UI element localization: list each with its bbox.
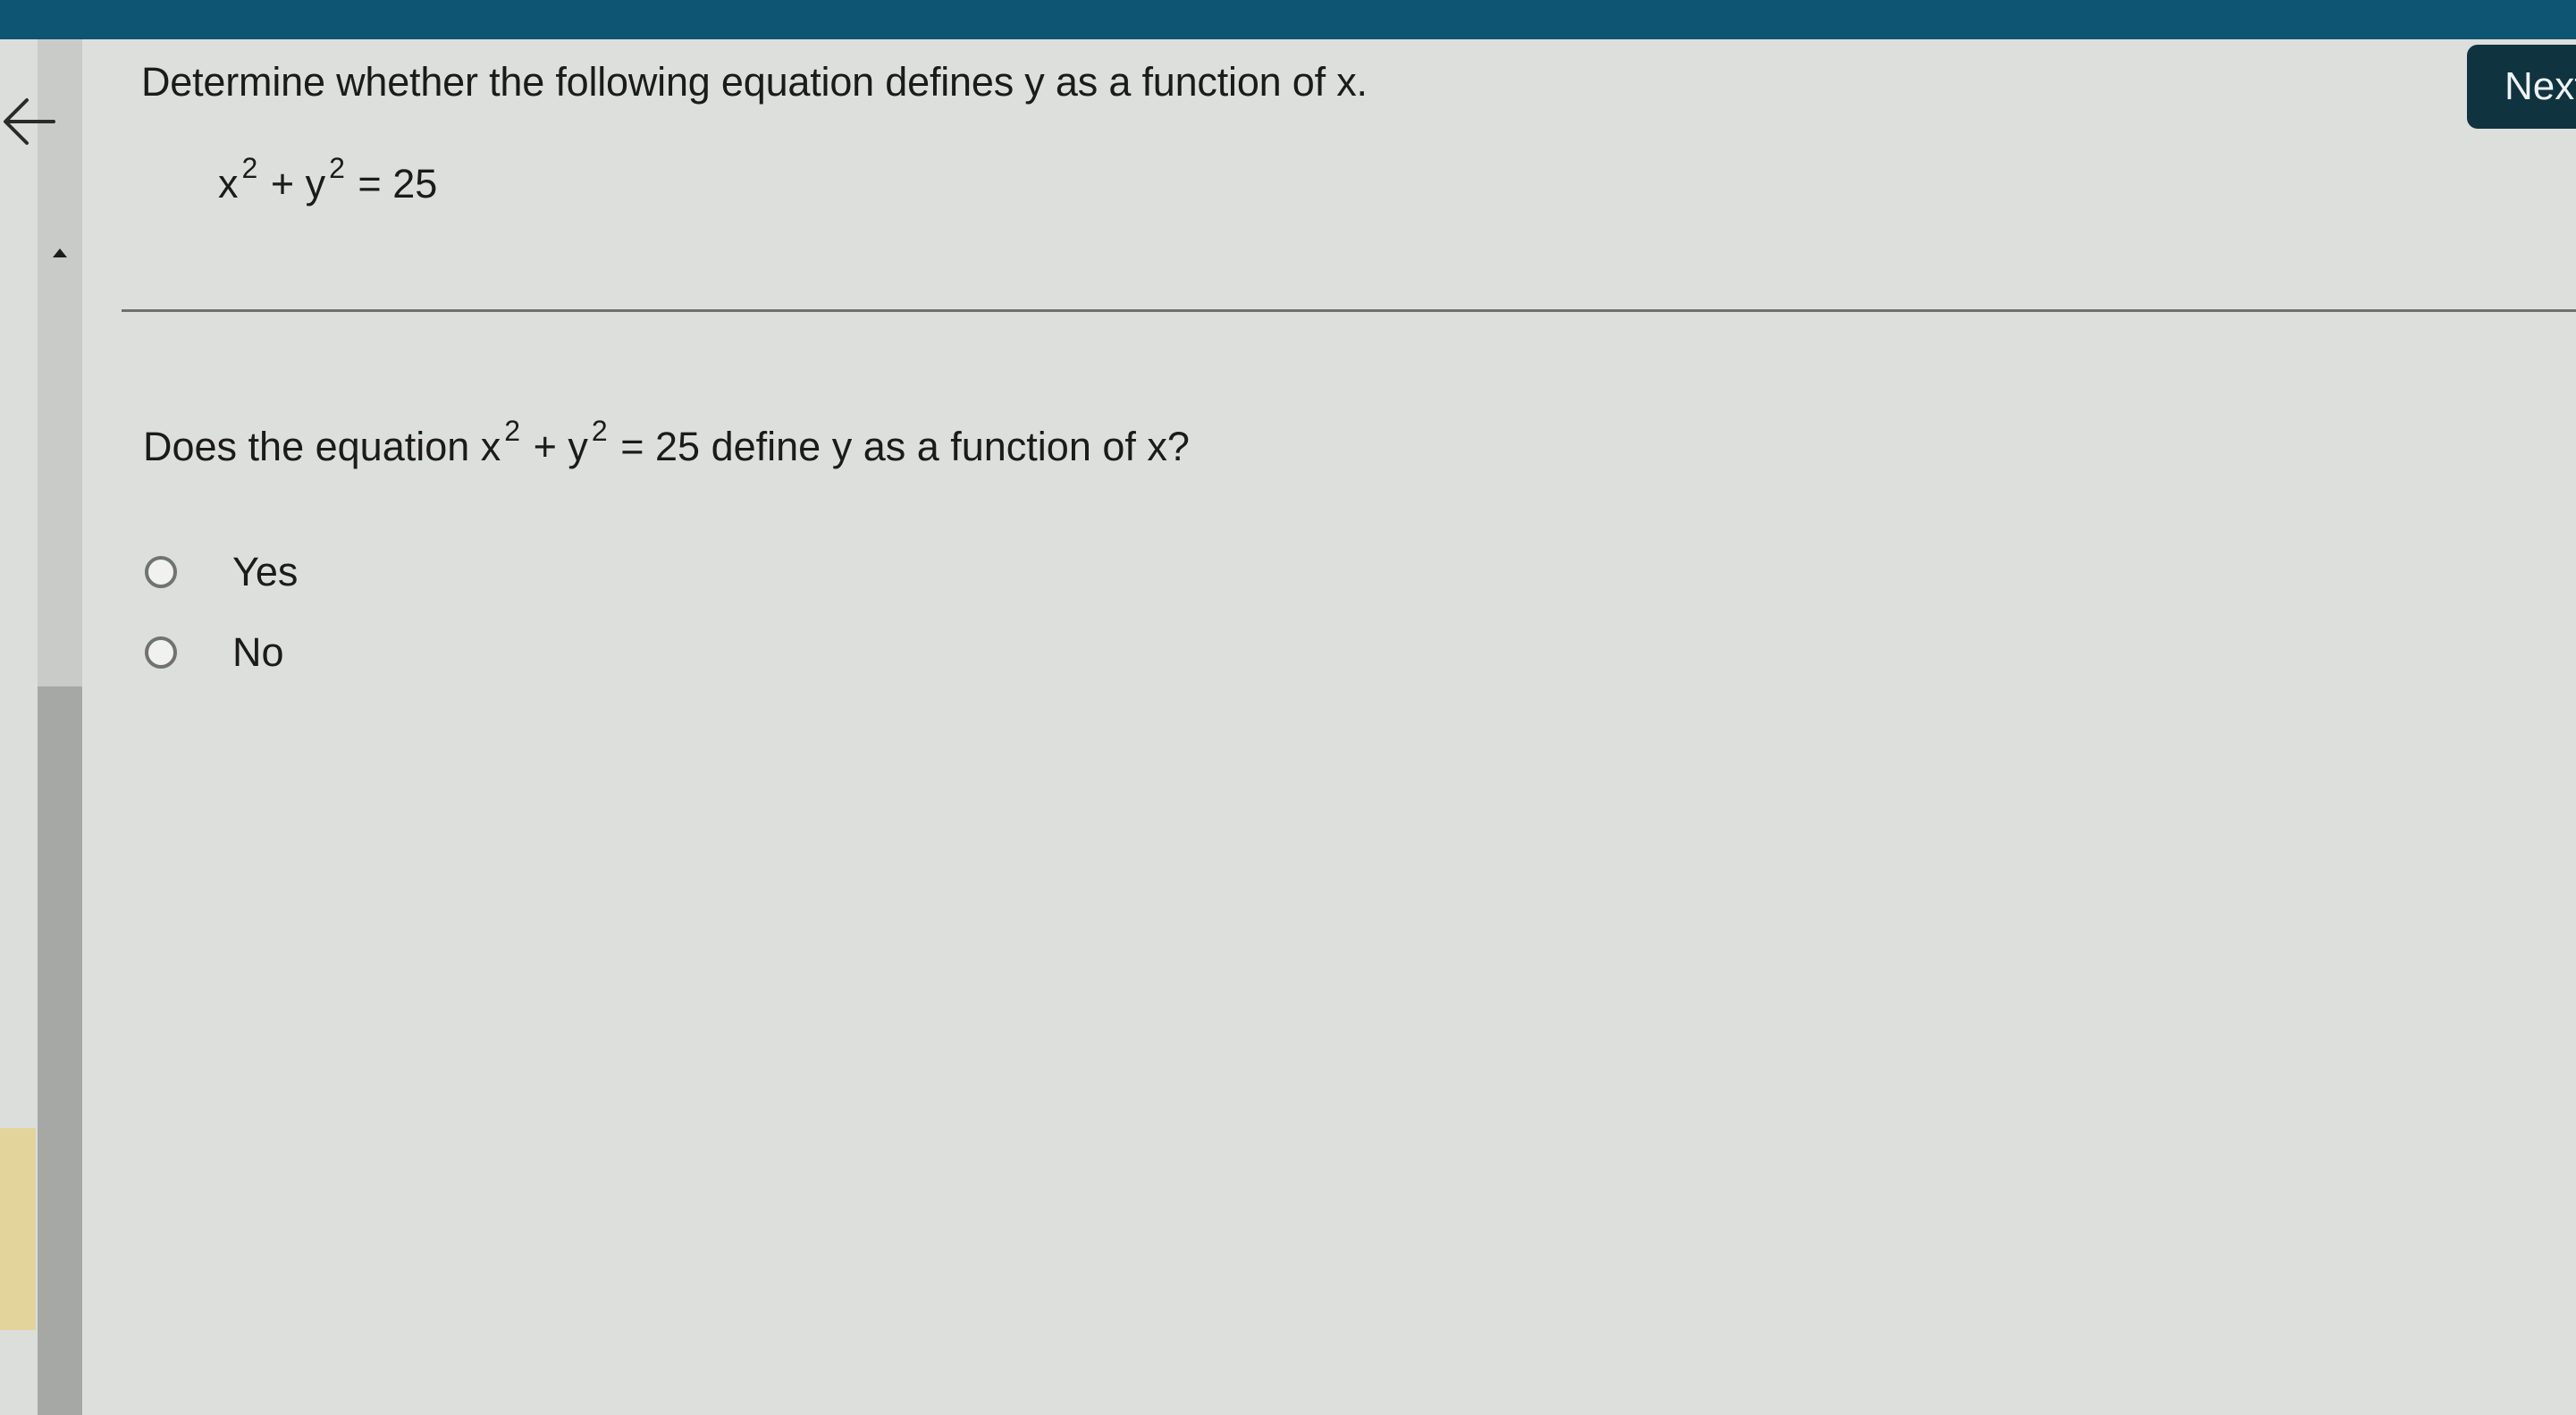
option-yes[interactable]: Yes <box>145 549 298 595</box>
scrollbar-thumb[interactable] <box>38 686 82 1415</box>
side-highlight <box>0 1128 36 1330</box>
eq-rhs: = 25 <box>358 161 438 206</box>
sub-eq-rhs: = 25 <box>620 424 701 469</box>
sub-question-start: Does the equation <box>143 424 470 469</box>
eq-base-x: x <box>218 161 239 206</box>
sub-eq-exp-y: 2 <box>591 415 608 447</box>
section-divider <box>122 309 2576 312</box>
sub-question: Does the equation x2 + y2 = 25 define y … <box>143 415 1190 470</box>
option-no[interactable]: No <box>145 629 284 676</box>
eq-base-y: y <box>305 161 326 206</box>
radio-yes[interactable] <box>145 556 177 588</box>
top-bar <box>0 0 2576 39</box>
sub-eq-op: + <box>533 424 557 469</box>
scroll-up-icon[interactable] <box>49 243 71 263</box>
option-yes-label: Yes <box>232 549 299 594</box>
question-panel <box>82 39 2576 1415</box>
equation-display: x2 + y2 = 25 <box>218 152 438 207</box>
option-no-label: No <box>232 629 284 675</box>
eq-exp-y: 2 <box>329 152 345 184</box>
sub-eq-base-x: x <box>480 424 501 469</box>
sub-eq-exp-x: 2 <box>504 415 521 447</box>
eq-exp-x: 2 <box>241 152 258 184</box>
next-button[interactable]: Next <box>2467 45 2576 129</box>
sub-eq-base-y: y <box>568 424 588 469</box>
question-prompt: Determine whether the following equation… <box>141 59 1368 105</box>
back-arrow-icon[interactable] <box>0 89 59 154</box>
radio-no[interactable] <box>145 636 177 669</box>
eq-op: + <box>270 161 295 206</box>
sub-question-end: define y as a function of x? <box>711 424 1190 469</box>
